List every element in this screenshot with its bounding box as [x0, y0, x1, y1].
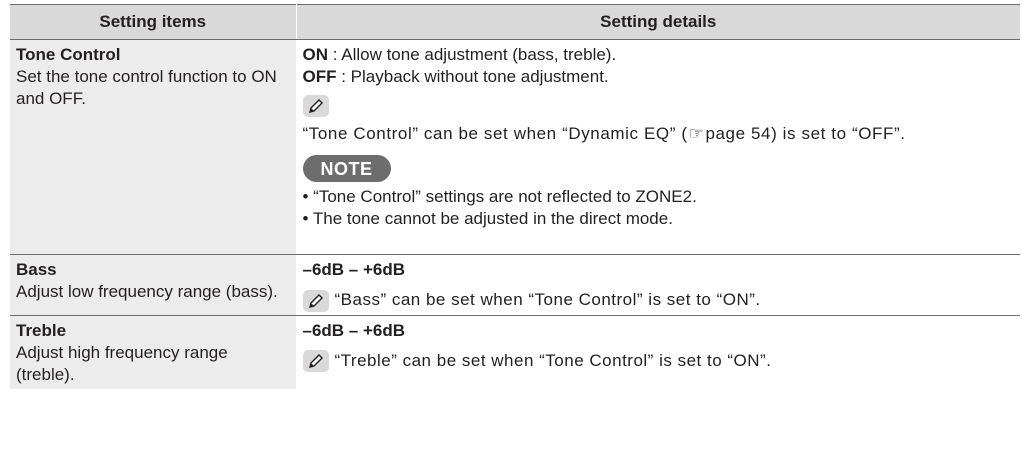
bass-item-cell: Bass Adjust low frequency range (bass).	[10, 254, 297, 316]
note-list: • “Tone Control” settings are not reflec…	[303, 186, 1015, 230]
bass-description: Adjust low frequency range (bass).	[16, 282, 278, 301]
memo-text-part-2: page 54) is set to “OFF”.	[705, 123, 906, 143]
bass-memo-text: “Bass” can be set when “Tone Control” is…	[334, 290, 761, 309]
header-row: Setting items Setting details	[10, 4, 1020, 40]
tone-control-description: Set the tone control function to ON and …	[16, 67, 277, 108]
treble-memo: “Treble” can be set when “Tone Control” …	[302, 350, 1015, 373]
tone-control-memo-text: “Tone Control” can be set when “Dynamic …	[303, 123, 1015, 145]
treble-description: Adjust high frequency range (treble).	[16, 342, 228, 384]
tone-control-item-cell: Tone Control Set the tone control functi…	[10, 39, 297, 255]
note-item: • “Tone Control” settings are not reflec…	[302, 186, 697, 206]
treble-range: –6dB – +6dB	[302, 320, 406, 340]
table-row-tone-control: Tone Control Set the tone control functi…	[10, 39, 1020, 255]
header-setting-details: Setting details	[296, 4, 1020, 40]
off-option-text: : Playback without tone adjustment.	[336, 67, 609, 86]
bass-details-cell: –6dB – +6dB “Bass” can be set when “Tone…	[296, 254, 1020, 316]
treble-memo-text: “Treble” can be set when “Tone Control” …	[334, 350, 772, 370]
table-row-treble: Treble Adjust high frequency range (treb…	[10, 315, 1020, 389]
pencil-memo-icon	[302, 94, 329, 117]
treble-title: Treble	[16, 320, 67, 340]
on-option-text: : Allow tone adjustment (bass, treble).	[328, 45, 617, 64]
tone-control-title: Tone Control	[16, 45, 121, 64]
table-row-bass: Bass Adjust low frequency range (bass). …	[10, 254, 1020, 316]
bass-range: –6dB – +6dB	[302, 260, 406, 279]
off-option-label: OFF	[302, 67, 337, 86]
memo-text-part-1: “Tone Control” can be set when “Dynamic …	[302, 123, 688, 143]
on-option-label: ON	[302, 45, 329, 64]
settings-table: Setting items Setting details Tone Contr…	[10, 4, 1020, 389]
pencil-memo-icon	[302, 289, 329, 312]
pencil-memo-icon	[302, 350, 329, 373]
treble-item-cell: Treble Adjust high frequency range (treb…	[10, 315, 297, 389]
treble-details-cell: –6dB – +6dB “Treble” can be set when “To…	[296, 315, 1020, 389]
tone-control-memo: “Tone Control” can be set when “Dynamic …	[302, 94, 1015, 145]
bass-memo: “Bass” can be set when “Tone Control” is…	[302, 289, 1015, 312]
note-item: • The tone cannot be adjusted in the dir…	[302, 208, 673, 228]
tone-control-details-cell: ON : Allow tone adjustment (bass, treble…	[296, 39, 1020, 255]
bass-title: Bass	[16, 260, 57, 279]
header-setting-items: Setting items	[10, 4, 297, 40]
note-badge: NOTE	[302, 154, 391, 182]
tone-control-off-line: OFF : Playback without tone adjustment.	[303, 66, 1015, 88]
page-reference-icon: ☞	[688, 123, 705, 143]
tone-control-on-line: ON : Allow tone adjustment (bass, treble…	[303, 44, 1015, 66]
